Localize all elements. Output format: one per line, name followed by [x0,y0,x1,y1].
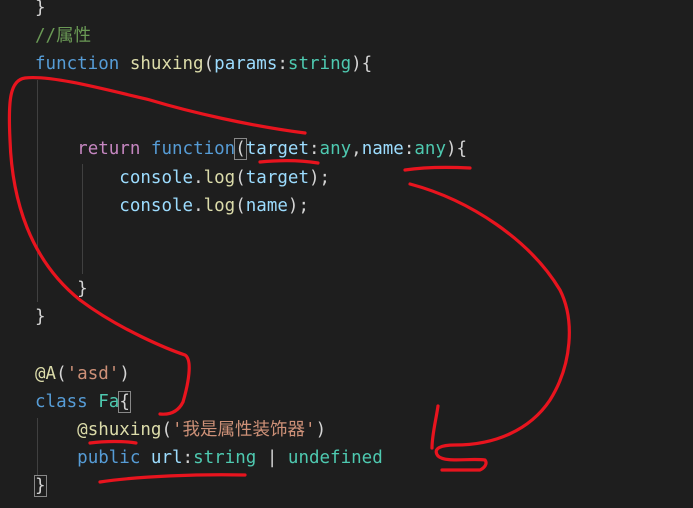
function-name: shuxing [129,54,204,74]
type-name: string [193,448,257,468]
string-literal: '我是属性装饰器' [172,420,316,440]
closing-brace: } [35,307,46,327]
code-line: console.log(target); [35,164,330,192]
dot: . [193,196,204,216]
type-name: any [319,139,352,159]
paren: ( [56,364,67,384]
underline-name [403,165,472,172]
code-line: class Fa{ [35,388,131,416]
annotation-arrow-right [408,182,571,472]
code-line: } [35,0,46,22]
code-line: function shuxing(params:string){ [35,50,372,78]
paren: ( [161,420,172,440]
code-comment: //属性 [35,26,92,46]
code-line: public url:string | undefined [35,444,383,472]
paren: ( [235,196,246,216]
paren-semicolon: ); [287,196,309,216]
union-pipe: | [256,448,288,468]
type-name: undefined [287,448,383,468]
method-name: log [203,168,236,188]
paren-brace: ){ [351,54,373,74]
parameter: target [245,139,309,159]
code-line: } [35,303,46,331]
open-brace: { [118,391,131,413]
code-line: @A('asd') [35,360,130,388]
code-editor[interactable]: } //属性 function shuxing(params:string){ … [0,0,693,508]
keyword-function: function [150,139,236,159]
paren: ) [119,364,130,384]
dot: . [193,168,204,188]
paren: ( [235,168,246,188]
underline-url [98,473,247,484]
keyword-class: class [35,392,88,412]
closing-brace: } [34,475,47,497]
paren: ( [234,138,247,160]
object-name: console [119,168,194,188]
closing-brace: } [77,279,88,299]
code-line: } [35,275,88,303]
comma: , [351,139,362,159]
argument: name [245,196,288,216]
paren: ) [315,420,327,440]
method-name: log [203,196,236,216]
colon: : [182,448,194,468]
keyword-function: function [35,54,120,74]
type-name: string [287,54,352,74]
code-line: return function(target:any,name:any){ [35,135,467,163]
paren: ( [203,54,215,74]
colon: : [308,139,320,159]
paren-brace: ){ [446,139,468,159]
annotation-arrow-tip-right [430,404,440,450]
colon: : [403,139,415,159]
code-line: @shuxing('我是属性装饰器') [35,416,326,444]
code-line: } [34,472,47,500]
string-literal: 'asd' [66,364,120,384]
parameter: params [214,54,278,74]
closing-brace: } [35,0,46,18]
property-name: url [150,448,183,468]
keyword-public: public [77,448,141,468]
keyword-return: return [77,139,141,159]
argument: target [245,168,309,188]
code-line: console.log(name); [35,192,309,220]
colon: : [277,54,288,74]
parameter: name [361,139,404,159]
decorator-name: @A [35,364,57,384]
paren-semicolon: ); [308,168,331,188]
code-line: //属性 [35,22,91,50]
object-name: console [119,196,194,216]
class-name: Fa [98,392,120,412]
decorator-name: @shuxing [77,420,162,440]
type-name: any [414,139,446,159]
